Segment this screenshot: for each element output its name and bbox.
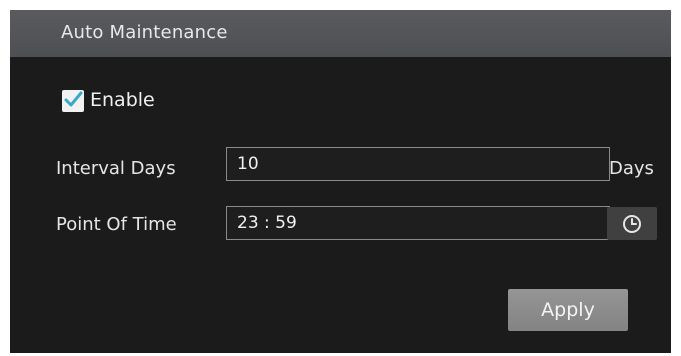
auto-maintenance-panel: Auto Maintenance Enable Interval Days Da…	[10, 10, 671, 353]
enable-label[interactable]: Enable	[90, 89, 155, 111]
panel-title: Auto Maintenance	[61, 22, 228, 43]
days-unit-label: Days	[609, 158, 654, 179]
checkmark-icon	[64, 91, 83, 107]
point-of-time-input[interactable]	[226, 206, 610, 240]
time-picker-button[interactable]	[607, 207, 657, 240]
enable-checkbox[interactable]	[62, 90, 84, 112]
point-of-time-label: Point Of Time	[56, 214, 177, 235]
panel-header: Auto Maintenance	[10, 10, 671, 57]
apply-button[interactable]: Apply	[508, 289, 628, 331]
interval-days-input[interactable]	[226, 147, 610, 181]
interval-days-label: Interval Days	[56, 158, 176, 179]
clock-icon	[623, 215, 641, 233]
